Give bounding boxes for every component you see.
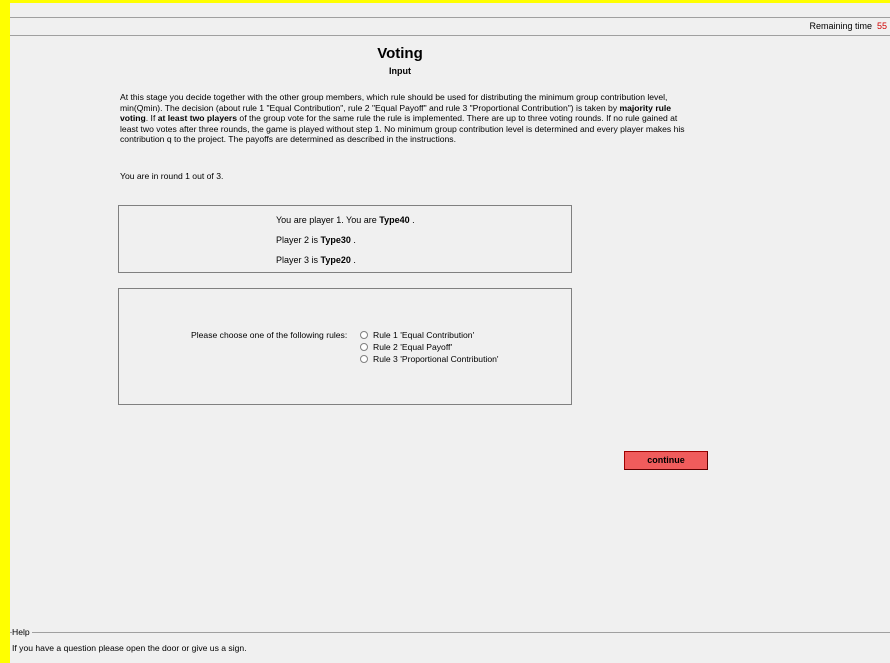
rule-choice-box: Please choose one of the following rules… bbox=[118, 288, 572, 405]
player-3-suffix: . bbox=[350, 255, 356, 265]
page-title: Voting bbox=[377, 45, 423, 62]
player-2-prefix: Player 2 is bbox=[276, 235, 321, 245]
help-panel: Help If you have a question please open … bbox=[10, 627, 890, 663]
help-title: Help bbox=[12, 627, 32, 637]
player-3-line: Player 3 is Type20 . bbox=[276, 255, 356, 265]
remaining-time-label: Remaining time bbox=[809, 21, 872, 31]
player-1-prefix: You are player 1. You are bbox=[276, 215, 380, 225]
instructions-text: At this stage you decide together with t… bbox=[120, 92, 695, 145]
player-1-type: Type40 bbox=[379, 215, 410, 225]
player-info-box: You are player 1. You are Type40 . Playe… bbox=[118, 205, 572, 273]
player-3-type: Type20 bbox=[320, 255, 351, 265]
player-2-suffix: . bbox=[350, 235, 356, 245]
app-window: Remaining time 55 Voting Input At this s… bbox=[10, 3, 890, 663]
rule-1-radio[interactable]: Rule 1 'Equal Contribution' bbox=[360, 330, 474, 340]
player-2-line: Player 2 is Type30 . bbox=[276, 235, 356, 245]
player-1-suffix: . bbox=[409, 215, 415, 225]
instructions-part-2: . If bbox=[145, 113, 158, 123]
status-bar: Remaining time 55 bbox=[10, 17, 890, 36]
player-3-prefix: Player 3 is bbox=[276, 255, 321, 265]
rule-3-label: Rule 3 'Proportional Contribution' bbox=[373, 354, 499, 364]
rule-2-radio[interactable]: Rule 2 'Equal Payoff' bbox=[360, 342, 452, 352]
round-indicator: You are in round 1 out of 3. bbox=[120, 171, 224, 181]
rule-1-label: Rule 1 'Equal Contribution' bbox=[373, 330, 475, 340]
rule-2-label: Rule 2 'Equal Payoff' bbox=[373, 342, 453, 352]
player-1-line: You are player 1. You are Type40 . bbox=[276, 215, 415, 225]
instructions-bold-2: at least two players bbox=[157, 113, 238, 123]
player-2-type: Type30 bbox=[320, 235, 351, 245]
choose-rule-label: Please choose one of the following rules… bbox=[191, 330, 348, 340]
help-text: If you have a question please open the d… bbox=[12, 643, 247, 653]
radio-button-icon[interactable] bbox=[360, 355, 368, 363]
page-subtitle: Input bbox=[389, 66, 411, 76]
radio-button-icon[interactable] bbox=[360, 343, 368, 351]
rule-3-radio[interactable]: Rule 3 'Proportional Contribution' bbox=[360, 354, 499, 364]
continue-button[interactable]: continue bbox=[624, 451, 708, 470]
instructions-part-1: At this stage you decide together with t… bbox=[120, 92, 668, 113]
remaining-time-value: 55 bbox=[876, 21, 887, 31]
radio-button-icon[interactable] bbox=[360, 331, 368, 339]
